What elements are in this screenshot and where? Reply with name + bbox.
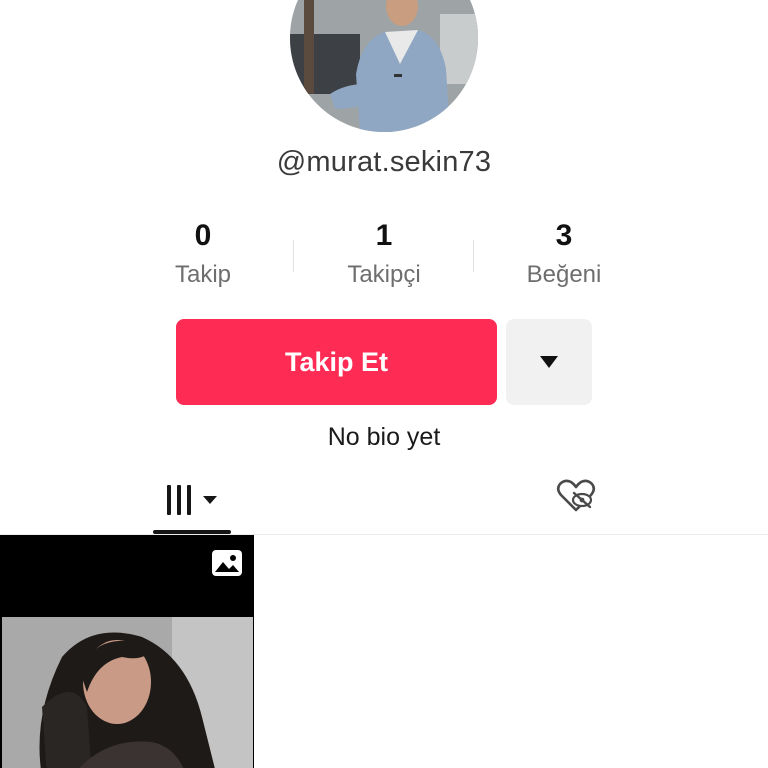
hidden-heart-icon (556, 479, 596, 512)
stat-following-label: Takip (174, 261, 232, 288)
avatar-photo (290, 0, 478, 132)
follow-button[interactable]: Takip Et (176, 319, 497, 405)
username: @murat.sekin73 (276, 146, 492, 178)
stat-followers[interactable]: 1 Takipçi (294, 218, 474, 290)
avatar[interactable] (290, 0, 478, 132)
stat-followers-count: 1 (375, 219, 393, 252)
chevron-down-icon (203, 496, 217, 504)
tab-liked[interactable] (552, 474, 600, 518)
stat-likes-label: Beğeni (526, 261, 602, 288)
stat-likes-count: 3 (555, 219, 573, 252)
caret-down-icon (540, 356, 558, 368)
profile-page: @murat.sekin73 0 Takip 1 Takipçi 3 Beğen… (0, 0, 768, 768)
stat-following-count: 0 (194, 219, 212, 252)
video-thumbnail[interactable] (0, 535, 254, 768)
suggested-accounts-button[interactable] (506, 319, 592, 405)
thumbnail-photo (2, 617, 253, 768)
stat-likes[interactable]: 3 Beğeni (474, 218, 654, 290)
bio-text: No bio yet (327, 423, 441, 451)
stat-following[interactable]: 0 Takip (113, 218, 293, 290)
stat-followers-label: Takipçi (347, 261, 421, 288)
tab-videos[interactable] (153, 470, 231, 530)
image-icon (212, 550, 242, 576)
grid-icon (167, 485, 191, 515)
